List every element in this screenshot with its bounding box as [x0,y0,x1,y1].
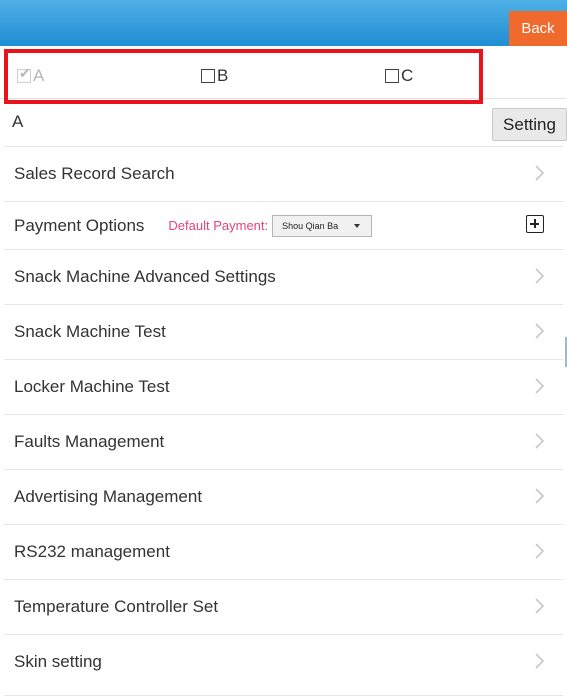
checkbox-b[interactable]: B [201,66,228,86]
check-icon: ✔ [19,65,31,81]
default-payment-value: Shou Qian Ba [282,220,339,231]
menu-item-label: Snack Machine Advanced Settings [14,267,276,286]
settings-menu: Sales Record Search Payment Options Defa… [0,146,567,689]
chevron-right-icon [535,323,545,339]
menu-item-label: Temperature Controller Set [14,597,219,616]
menu-item-sales-record-search[interactable]: Sales Record Search [4,146,563,201]
menu-item-skin-setting[interactable]: Skin setting [4,634,563,689]
chevron-right-icon [535,653,545,669]
chevron-right-icon [535,433,545,449]
setting-button[interactable]: Setting [492,108,567,141]
machine-checkbox-row: ✔ A B C [0,56,567,99]
add-payment-icon[interactable] [526,215,544,233]
menu-item-label: Locker Machine Test [14,377,170,396]
menu-item-label: Faults Management [14,432,165,451]
menu-item-label: Sales Record Search [14,164,175,183]
divider [4,695,563,696]
dropdown-arrow-icon [354,223,361,228]
menu-item-label: Advertising Management [14,487,203,506]
default-payment-label: Default Payment: [168,218,269,233]
chevron-right-icon [535,543,545,559]
checkbox-c-label: C [401,66,414,85]
menu-item-faults-management[interactable]: Faults Management [4,414,563,469]
checkbox-b-box [201,69,215,83]
chevron-right-icon [535,488,545,504]
chevron-right-icon [535,165,545,181]
menu-item-rs232-management[interactable]: RS232 management [4,524,563,579]
chevron-right-icon [535,598,545,614]
chevron-right-icon [535,268,545,284]
menu-item-locker-machine-test[interactable]: Locker Machine Test [4,359,563,414]
selected-machine-label: A [12,112,24,131]
payment-options-row: Payment Options Default Payment: Shou Qi… [4,201,563,249]
menu-item-snack-machine-test[interactable]: Snack Machine Test [4,304,563,359]
checkbox-b-label: B [217,66,229,85]
menu-item-label: Skin setting [14,652,102,671]
checkbox-a-box: ✔ [17,65,31,83]
menu-item-label: Snack Machine Test [14,322,166,341]
checkbox-c[interactable]: C [385,66,413,86]
menu-item-snack-machine-advanced-settings[interactable]: Snack Machine Advanced Settings [4,249,563,304]
checkbox-c-box [385,69,399,83]
payment-options-label: Payment Options [14,215,145,235]
checkbox-a[interactable]: ✔ A [17,66,44,86]
back-button[interactable]: Back [509,11,567,46]
menu-item-label: RS232 management [14,542,170,561]
selected-machine-row: A Setting [0,104,567,144]
menu-item-advertising-management[interactable]: Advertising Management [4,469,563,524]
default-payment-select[interactable]: Shou Qian Ba [272,214,373,237]
checkbox-a-label: A [33,66,45,85]
menu-item-temperature-controller-set[interactable]: Temperature Controller Set [4,579,563,634]
chevron-right-icon [535,378,545,394]
top-bar: Back [0,0,567,46]
